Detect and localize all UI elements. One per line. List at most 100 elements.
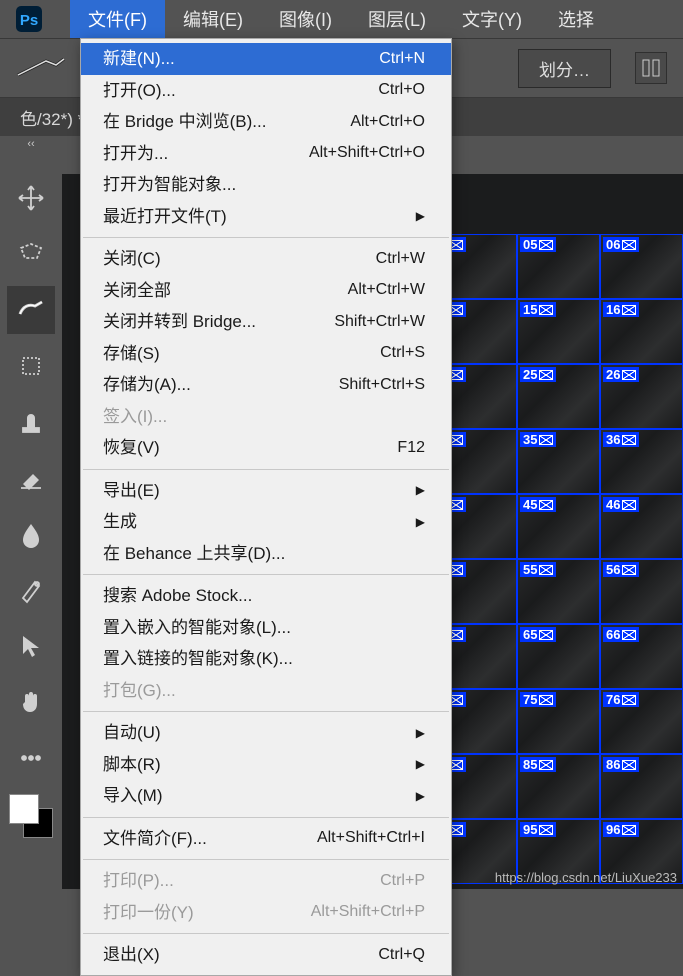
- slice-cell[interactable]: 25: [517, 364, 600, 429]
- slice-icon: [539, 760, 553, 770]
- slice-cell[interactable]: 85: [517, 754, 600, 819]
- menu-layer[interactable]: 图层(L): [350, 0, 444, 40]
- menu-item[interactable]: 存储为(A)...Shift+Ctrl+S: [81, 369, 451, 401]
- toolbar-grid-icon[interactable]: [635, 52, 667, 84]
- menu-item-label: 搜索 Adobe Stock...: [103, 583, 252, 609]
- menu-separator: [83, 469, 449, 470]
- slice-cell[interactable]: 46: [600, 494, 683, 559]
- blur-tool-icon[interactable]: [7, 510, 55, 558]
- slice-icon: [622, 435, 636, 445]
- menu-file[interactable]: 文件(F): [70, 0, 165, 40]
- slice-number: 95: [523, 822, 537, 837]
- slice-cell[interactable]: 86: [600, 754, 683, 819]
- menu-item[interactable]: 最近打开文件(T)▶: [81, 201, 451, 233]
- slice-cell[interactable]: 35: [517, 429, 600, 494]
- clone-stamp-tool-icon[interactable]: [7, 398, 55, 446]
- path-selection-tool-icon[interactable]: [7, 622, 55, 670]
- menu-item[interactable]: 恢复(V)F12: [81, 432, 451, 464]
- menu-item[interactable]: 关闭(C)Ctrl+W: [81, 243, 451, 275]
- menu-item-label: 置入链接的智能对象(K)...: [103, 646, 293, 672]
- menu-item-label: 在 Behance 上共享(D)...: [103, 541, 285, 567]
- menu-item[interactable]: 生成▶: [81, 506, 451, 538]
- menu-item[interactable]: 导入(M) ▶: [81, 780, 451, 812]
- submenu-arrow-icon: ▶: [416, 787, 425, 805]
- brush-preview-icon[interactable]: [16, 55, 66, 81]
- slice-icon: [539, 435, 553, 445]
- slice-cell[interactable]: 66: [600, 624, 683, 689]
- slice-cell[interactable]: 05: [517, 234, 600, 299]
- divide-button[interactable]: 划分…: [518, 49, 611, 88]
- slice-badge: 75: [520, 692, 556, 707]
- menu-item[interactable]: 置入嵌入的智能对象(L)...: [81, 612, 451, 644]
- hand-tool-icon[interactable]: [7, 678, 55, 726]
- menu-item-label: 签入(I)...: [103, 404, 167, 430]
- slice-number: 06: [606, 237, 620, 252]
- menu-item[interactable]: 置入链接的智能对象(K)...: [81, 643, 451, 675]
- menu-item-shortcut: Ctrl+O: [378, 78, 425, 102]
- menu-item-label: 脚本(R): [103, 752, 161, 778]
- app-logo: Ps: [12, 2, 46, 36]
- menu-item[interactable]: 存储(S)Ctrl+S: [81, 338, 451, 370]
- slice-cell[interactable]: 16: [600, 299, 683, 364]
- menu-item-shortcut: Ctrl+W: [376, 247, 425, 271]
- slice-cell[interactable]: 76: [600, 689, 683, 754]
- menu-item[interactable]: 关闭全部Alt+Ctrl+W: [81, 275, 451, 307]
- slice-cell[interactable]: 26: [600, 364, 683, 429]
- menu-item-shortcut: Alt+Shift+Ctrl+I: [317, 826, 425, 850]
- slice-number: 45: [523, 497, 537, 512]
- menu-item-label: 生成: [103, 509, 137, 535]
- crop-tool-icon[interactable]: [7, 342, 55, 390]
- collapse-handle[interactable]: ‹‹: [0, 136, 62, 152]
- menu-edit[interactable]: 编辑(E): [165, 0, 261, 40]
- menu-item[interactable]: 搜索 Adobe Stock...: [81, 580, 451, 612]
- menu-item-label: 打印(P)...: [103, 868, 174, 894]
- move-tool-icon[interactable]: [7, 174, 55, 222]
- menu-item-label: 导出(E): [103, 478, 160, 504]
- menu-item-label: 导入(M): [103, 783, 162, 809]
- menu-item[interactable]: 文件简介(F)...Alt+Shift+Ctrl+I: [81, 823, 451, 855]
- slice-cell[interactable]: 15: [517, 299, 600, 364]
- slice-cell[interactable]: 45: [517, 494, 600, 559]
- submenu-arrow-icon: ▶: [416, 481, 425, 499]
- slice-icon: [622, 630, 636, 640]
- eraser-tool-icon[interactable]: [7, 454, 55, 502]
- menu-item-label: 关闭全部: [103, 278, 171, 304]
- slice-badge: 06: [603, 237, 639, 252]
- slice-cell[interactable]: 65: [517, 624, 600, 689]
- lasso-tool-icon[interactable]: [7, 230, 55, 278]
- slice-cell[interactable]: 55: [517, 559, 600, 624]
- slice-badge: 55: [520, 562, 556, 577]
- menu-item-label: 打包(G)...: [103, 678, 176, 704]
- slice-cell[interactable]: 36: [600, 429, 683, 494]
- color-swatches[interactable]: [7, 792, 55, 840]
- menu-type[interactable]: 文字(Y): [444, 0, 540, 40]
- slice-cell[interactable]: 56: [600, 559, 683, 624]
- menu-select[interactable]: 选择: [540, 0, 612, 40]
- menu-item[interactable]: 打开(O)...Ctrl+O: [81, 75, 451, 107]
- menu-item[interactable]: 打开为智能对象...: [81, 169, 451, 201]
- submenu-arrow-icon: ▶: [416, 724, 425, 742]
- menu-item[interactable]: 脚本(R)▶: [81, 749, 451, 781]
- menu-item[interactable]: 在 Behance 上共享(D)...: [81, 538, 451, 570]
- slice-badge: 26: [603, 367, 639, 382]
- menu-item[interactable]: 在 Bridge 中浏览(B)...Alt+Ctrl+O: [81, 106, 451, 138]
- menu-item[interactable]: 新建(N)...Ctrl+N: [81, 43, 451, 75]
- menu-item[interactable]: 关闭并转到 Bridge...Shift+Ctrl+W: [81, 306, 451, 338]
- slice-icon: [622, 240, 636, 250]
- pen-tool-icon[interactable]: [7, 566, 55, 614]
- slice-number: 96: [606, 822, 620, 837]
- menu-item[interactable]: 打开为...Alt+Shift+Ctrl+O: [81, 138, 451, 170]
- menu-item-label: 自动(U): [103, 720, 161, 746]
- slice-number: 66: [606, 627, 620, 642]
- slice-icon: [622, 500, 636, 510]
- quick-selection-tool-icon[interactable]: [7, 286, 55, 334]
- ellipsis-icon[interactable]: [7, 734, 55, 782]
- slice-cell[interactable]: 75: [517, 689, 600, 754]
- menu-item[interactable]: 退出(X)Ctrl+Q: [81, 939, 451, 971]
- menu-image[interactable]: 图像(I): [261, 0, 350, 40]
- menu-item: 打包(G)...: [81, 675, 451, 707]
- menu-item[interactable]: 自动(U) ▶: [81, 717, 451, 749]
- menu-item[interactable]: 导出(E) ▶: [81, 475, 451, 507]
- slice-cell[interactable]: 06: [600, 234, 683, 299]
- foreground-color-swatch[interactable]: [9, 794, 39, 824]
